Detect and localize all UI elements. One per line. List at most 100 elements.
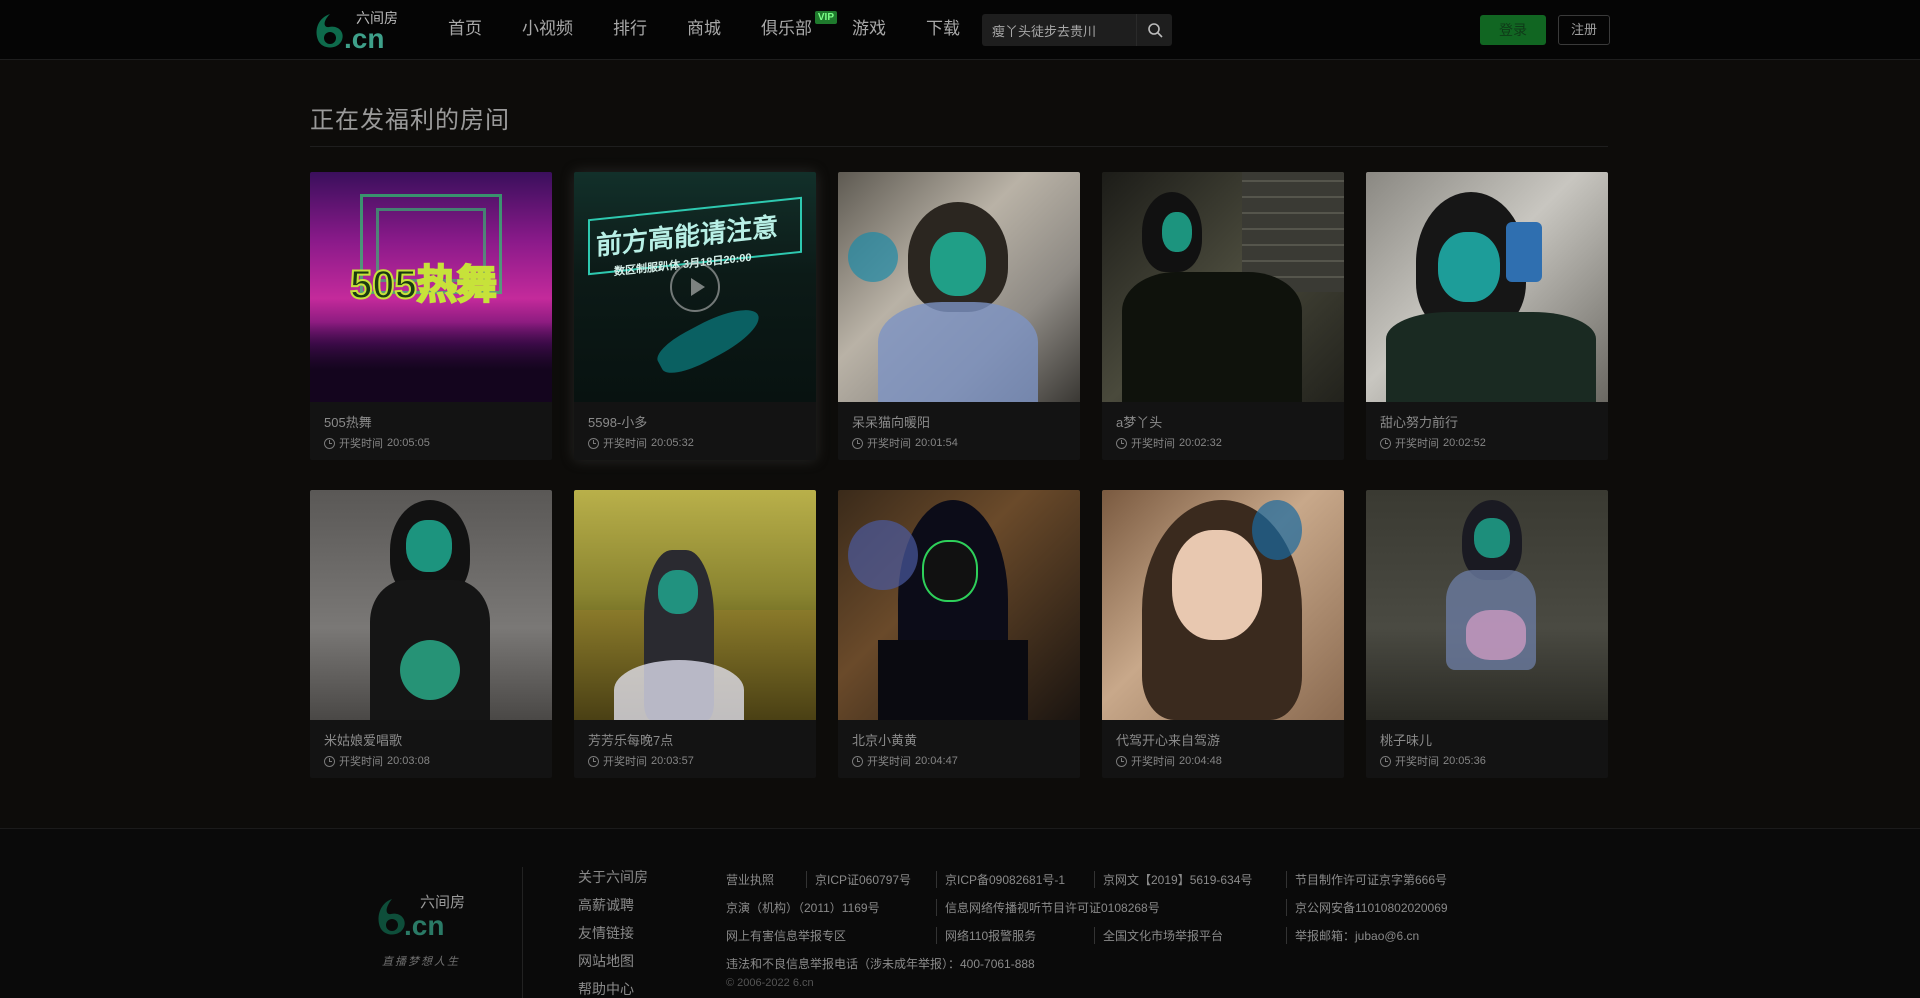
room-card[interactable]: 甜心努力前行 开奖时间 20:02:52 — [1366, 172, 1608, 460]
draw-time-value: 20:03:57 — [651, 755, 694, 767]
room-grid: 505热舞 505热舞 开奖时间 20:05:05 前方高能请注意 数区制服趴体… — [310, 172, 1610, 778]
footer-divider — [522, 867, 523, 998]
room-thumbnail: 505热舞 — [310, 172, 552, 402]
room-card[interactable]: a梦丫头 开奖时间 20:02:32 — [1102, 172, 1344, 460]
footer-slogan: 直播梦想人生 — [382, 956, 460, 968]
room-name: 5598-小多 — [588, 415, 648, 430]
section-divider — [310, 146, 1608, 147]
room-card[interactable]: 呆呆猫向暖阳 开奖时间 20:01:54 — [838, 172, 1080, 460]
clock-icon — [1116, 437, 1127, 449]
draw-time-label: 开奖时间 — [1395, 756, 1439, 768]
room-name: 北京小黄黄 — [852, 733, 918, 748]
room-name: a梦丫头 — [1116, 415, 1163, 430]
info-harmful-report[interactable]: 网上有害信息举报专区 — [726, 927, 846, 944]
draw-time: 开奖时间 20:05:05 — [324, 435, 430, 451]
nav-club[interactable]: 俱乐部 VIP — [761, 0, 837, 60]
clock-icon — [1380, 755, 1391, 767]
draw-time: 开奖时间 20:02:32 — [1116, 435, 1222, 451]
info-program-license[interactable]: 节目制作许可证京字第666号 — [1286, 871, 1447, 888]
draw-time-label: 开奖时间 — [1395, 438, 1439, 450]
draw-time-value: 20:02:52 — [1443, 437, 1486, 449]
info-police-110[interactable]: 网络110报警服务 — [936, 927, 1036, 944]
room-card[interactable]: 北京小黄黄 开奖时间 20:04:47 — [838, 490, 1080, 778]
site-footer: .cn 六间房 直播梦想人生 关于六间房 高薪诚聘 友情链接 网站地图 帮助中心… — [0, 828, 1920, 998]
room-name: 芳芳乐每晚7点 — [588, 733, 674, 748]
info-icp-record[interactable]: 京ICP备09082681号-1 — [936, 871, 1065, 888]
room-thumbnail — [1102, 172, 1344, 402]
site-logo[interactable]: .cn 六间房 — [310, 8, 400, 52]
draw-time: 开奖时间 20:05:32 — [588, 435, 694, 451]
room-name: 505热舞 — [324, 415, 372, 430]
draw-time-label: 开奖时间 — [867, 438, 911, 450]
info-report-email[interactable]: 举报邮箱：jubao@6.cn — [1286, 927, 1419, 944]
clock-icon — [1380, 437, 1391, 449]
clock-icon — [852, 755, 863, 767]
draw-time: 开奖时间 20:03:57 — [588, 753, 694, 769]
room-thumbnail — [1366, 172, 1608, 402]
section-title: 正在发福利的房间 — [310, 107, 510, 134]
info-row: 网上有害信息举报专区 网络110报警服务 全国文化市场举报平台 举报邮箱：jub… — [726, 927, 1486, 955]
info-row: 京演（机构）（2011）1169号 信息网络传播视听节目许可证0108268号 … — [726, 899, 1486, 927]
play-icon[interactable] — [670, 262, 720, 312]
vip-badge: VIP — [814, 11, 837, 24]
info-public-security[interactable]: 京公网安备11010802020069 — [1286, 899, 1448, 916]
nav-short-video[interactable]: 小视频 — [522, 0, 573, 60]
room-card[interactable]: 桃子味儿 开奖时间 20:05:36 — [1366, 490, 1608, 778]
top-navbar: .cn 六间房 首页 小视频 排行 商城 俱乐部 VIP 游戏 下载 登录 注册 — [0, 0, 1920, 60]
info-performance-license[interactable]: 京演（机构）（2011）1169号 — [726, 899, 880, 916]
room-card[interactable]: 芳芳乐每晚7点 开奖时间 20:03:57 — [574, 490, 816, 778]
room-thumbnail — [838, 172, 1080, 402]
footer-link-help[interactable]: 帮助中心 — [578, 975, 648, 998]
nav-games[interactable]: 游戏 — [852, 0, 886, 60]
footer-link-friends[interactable]: 友情链接 — [578, 919, 648, 947]
draw-time: 开奖时间 20:02:52 — [1380, 435, 1486, 451]
info-av-license[interactable]: 信息网络传播视听节目许可证0108268号 — [936, 899, 1160, 916]
footer-license-info: 营业执照 京ICP证060797号 京ICP备09082681号-1 京网文【2… — [726, 871, 1486, 983]
info-report-phone: 违法和不良信息举报电话（涉未成年举报）：400-7061-888 — [726, 957, 1035, 971]
search-box — [982, 14, 1172, 46]
footer-link-sitemap[interactable]: 网站地图 — [578, 947, 648, 975]
draw-time-label: 开奖时间 — [603, 756, 647, 768]
footer-link-about[interactable]: 关于六间房 — [578, 863, 648, 891]
room-name: 呆呆猫向暖阳 — [852, 415, 931, 430]
room-name: 米姑娘爱唱歌 — [324, 733, 403, 748]
room-card[interactable]: 代驾开心来自驾游 开奖时间 20:04:48 — [1102, 490, 1344, 778]
search-button[interactable] — [1136, 14, 1172, 46]
room-card[interactable]: 前方高能请注意 数区制服趴体 3月18日20:00 5598-小多 开奖时间 2… — [574, 172, 816, 460]
draw-time-label: 开奖时间 — [1131, 756, 1175, 768]
clock-icon — [588, 437, 599, 449]
room-card[interactable]: 505热舞 505热舞 开奖时间 20:05:05 — [310, 172, 552, 460]
clock-icon — [852, 437, 863, 449]
info-culture-report[interactable]: 全国文化市场举报平台 — [1094, 927, 1223, 944]
info-business-license[interactable]: 营业执照 — [726, 871, 774, 888]
nav-ranking[interactable]: 排行 — [613, 0, 647, 60]
draw-time: 开奖时间 20:04:48 — [1116, 753, 1222, 769]
draw-time-label: 开奖时间 — [339, 438, 383, 450]
nav-download[interactable]: 下载 — [926, 0, 960, 60]
draw-time-value: 20:02:32 — [1179, 437, 1222, 449]
draw-time-value: 20:05:05 — [387, 437, 430, 449]
room-thumbnail — [838, 490, 1080, 720]
draw-time-label: 开奖时间 — [867, 756, 911, 768]
nav-home[interactable]: 首页 — [448, 0, 482, 60]
draw-time: 开奖时间 20:04:47 — [852, 753, 958, 769]
draw-time: 开奖时间 20:01:54 — [852, 435, 958, 451]
room-card[interactable]: 米姑娘爱唱歌 开奖时间 20:03:08 — [310, 490, 552, 778]
search-input[interactable] — [992, 20, 1132, 40]
info-row: 违法和不良信息举报电话（涉未成年举报）：400-7061-888 — [726, 955, 1486, 983]
login-button[interactable]: 登录 — [1480, 15, 1546, 45]
draw-time-label: 开奖时间 — [1131, 438, 1175, 450]
draw-time-value: 20:01:54 — [915, 437, 958, 449]
nav-mall[interactable]: 商城 — [687, 0, 721, 60]
info-network-culture[interactable]: 京网文【2019】5619-634号 — [1094, 871, 1252, 888]
nav-club-label: 俱乐部 — [761, 19, 812, 38]
room-name: 代驾开心来自驾游 — [1116, 733, 1221, 748]
search-icon — [1147, 23, 1163, 38]
room-name: 桃子味儿 — [1380, 733, 1433, 748]
draw-time: 开奖时间 20:05:36 — [1380, 753, 1486, 769]
info-icp-license[interactable]: 京ICP证060797号 — [806, 871, 911, 888]
register-button[interactable]: 注册 — [1558, 15, 1610, 45]
footer-link-jobs[interactable]: 高薪诚聘 — [578, 891, 648, 919]
main-nav: 首页 小视频 排行 商城 俱乐部 VIP 游戏 下载 — [448, 0, 1000, 60]
clock-icon — [1116, 755, 1127, 767]
